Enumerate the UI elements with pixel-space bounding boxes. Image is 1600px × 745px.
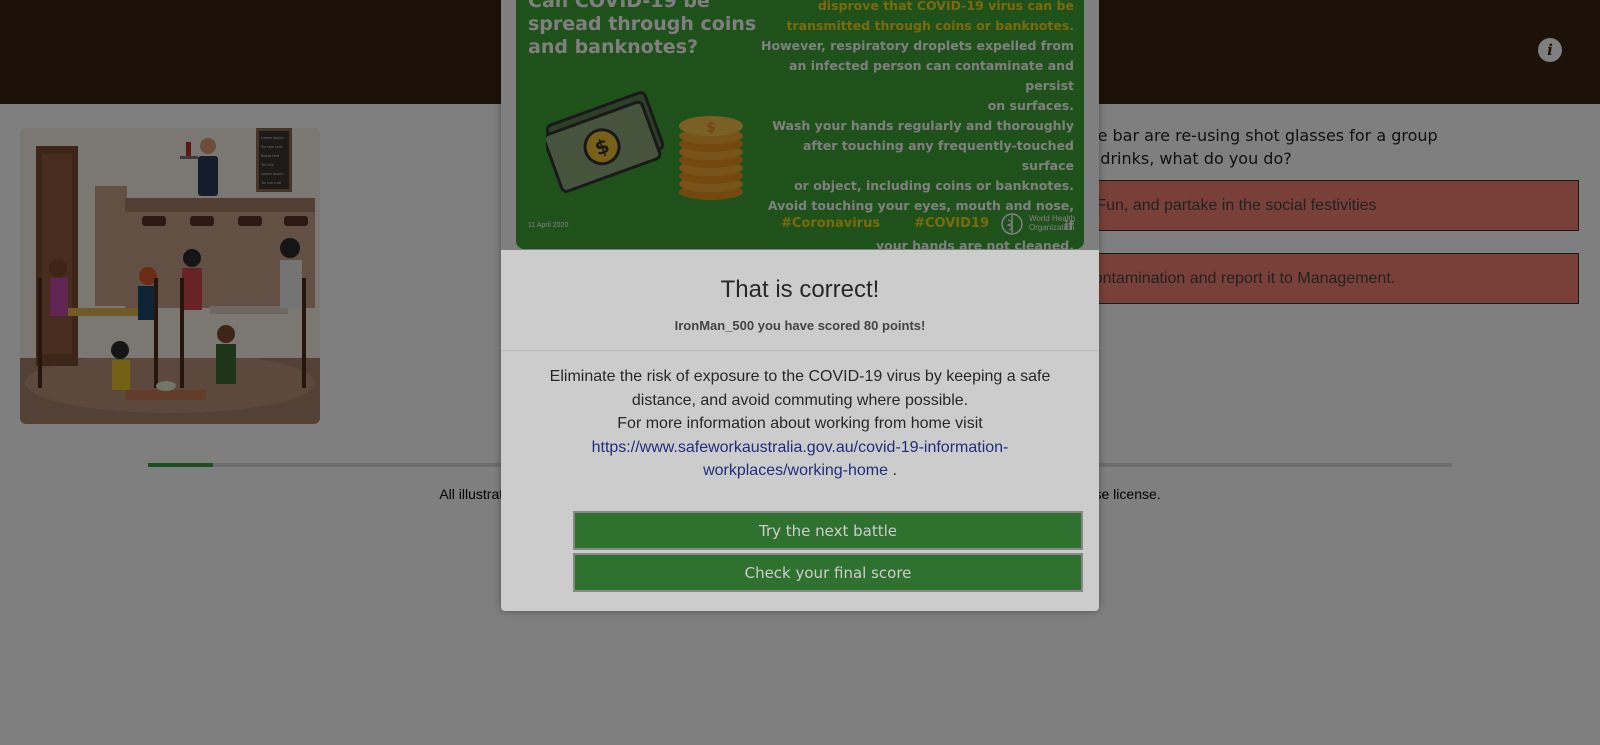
- infographic-question: Can COVID-19 be spread through coins and…: [528, 0, 757, 58]
- hashtag: #Coronavirus: [781, 216, 881, 231]
- who-logo-line: Organization: [1029, 223, 1075, 232]
- next-battle-button[interactable]: Try the next battle: [573, 511, 1083, 550]
- answer-line: Wash your hands regularly and thoroughly: [772, 118, 1074, 133]
- advice-text: Eliminate the risk of exposure to the CO…: [521, 365, 1079, 483]
- svg-text:$: $: [706, 120, 716, 136]
- infographic-date: 11 April 2020: [528, 222, 569, 229]
- answer-line: your hands are not cleaned.: [875, 238, 1074, 249]
- safework-link[interactable]: https://www.safeworkaustralia.gov.au/cov…: [592, 439, 1009, 480]
- advice-line: Eliminate the risk of exposure to the CO…: [549, 368, 1051, 409]
- who-emblem-icon: [1001, 213, 1023, 235]
- answer-line: However, respiratory droplets expelled f…: [761, 38, 1074, 53]
- result-title: That is correct!: [720, 276, 880, 303]
- banknotes-icon: $: [546, 91, 665, 193]
- infographic-hashtags: #Coronavirus #COVID19: [781, 216, 1023, 231]
- advice-line: For more information about working from …: [617, 415, 983, 432]
- who-logo-line: World Health: [1029, 214, 1076, 223]
- answer-line: an infected person can contaminate and p…: [789, 58, 1074, 93]
- hashtag: #COVID19: [914, 216, 989, 231]
- who-logo: World Health Organization: [999, 212, 1079, 236]
- answer-line: on surfaces.: [987, 98, 1074, 113]
- modal-divider: [501, 350, 1099, 351]
- answer-line: disprove that COVID-19 virus can be: [817, 0, 1074, 13]
- final-score-button[interactable]: Check your final score: [573, 553, 1083, 592]
- result-modal: Can COVID-19 be spread through coins and…: [501, 0, 1099, 611]
- answer-line: after touching any frequently-touched su…: [802, 138, 1074, 173]
- answer-line: transmitted through coins or banknotes.: [786, 18, 1074, 33]
- coins-icon: $: [679, 116, 743, 200]
- answer-line: or object, including coins or banknotes.: [794, 178, 1074, 193]
- score-message: IronMan_500 you have scored 80 points!: [674, 318, 926, 333]
- link-suffix: .: [888, 462, 897, 479]
- who-infographic: Can COVID-19 be spread through coins and…: [516, 0, 1084, 249]
